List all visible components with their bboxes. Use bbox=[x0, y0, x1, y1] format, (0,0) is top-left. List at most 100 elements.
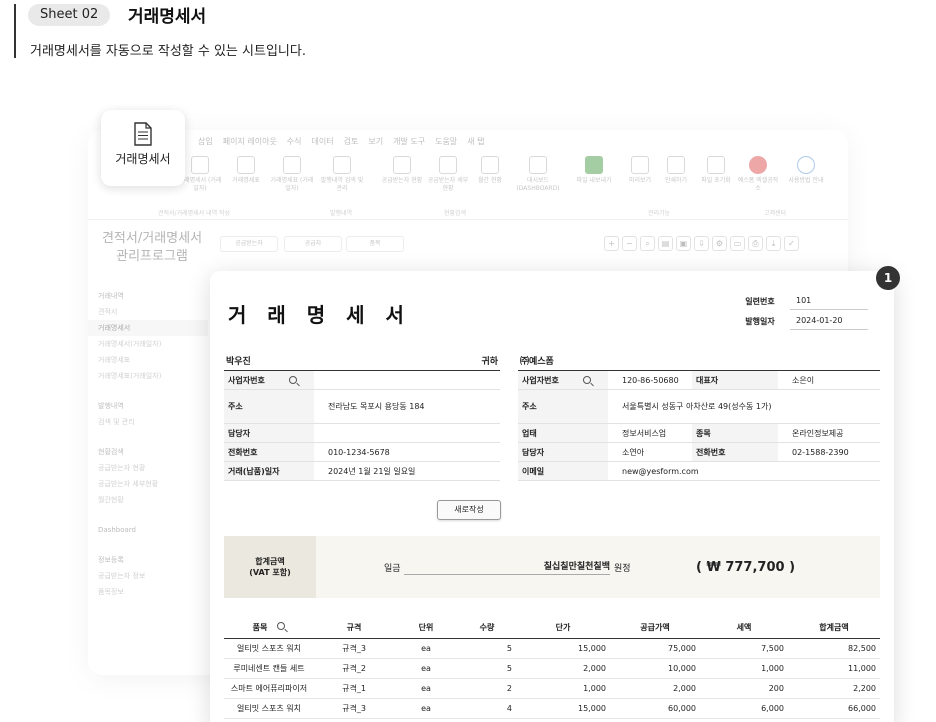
menu-item[interactable]: 검토 bbox=[344, 136, 359, 147]
delivery-date-value[interactable]: 2024년 1월 21일 일요일 bbox=[314, 466, 415, 477]
menu-item[interactable]: 새 탭 bbox=[467, 136, 484, 147]
sidebar-item[interactable]: 품목정보 bbox=[98, 584, 208, 600]
buyer-name[interactable]: 박우진 bbox=[226, 354, 251, 367]
amount-figure: ( ₩ 777,700 ) bbox=[696, 559, 796, 575]
cell-item[interactable]: 얼티밋 스포츠 워치 bbox=[224, 698, 314, 719]
table-row[interactable]: 스마트 에어퓨리파이저 규격_1 ea 2 1,000 2,000 200 2,… bbox=[224, 678, 880, 699]
seller-email-label: 이메일 bbox=[518, 462, 608, 480]
cell-unit[interactable]: ea bbox=[394, 638, 458, 659]
search-icon[interactable] bbox=[582, 376, 591, 384]
table-row[interactable]: 루미네센트 캔들 세트 규격_2 ea 5 2,000 10,000 1,000… bbox=[224, 658, 880, 679]
serial-label: 일련번호 bbox=[745, 296, 775, 306]
table-row[interactable]: 얼티밋 스포츠 워치 규격_3 ea 5 15,000 75,000 7,500… bbox=[224, 638, 880, 659]
cell-spec[interactable]: 규격_2 bbox=[314, 658, 394, 679]
step-number-badge: 1 bbox=[876, 266, 900, 290]
cell-unit[interactable]: ea bbox=[394, 658, 458, 679]
sidebar-item[interactable]: 거래명세표(거래일자) bbox=[98, 368, 208, 384]
seller-name: ㈜예스폼 bbox=[520, 357, 554, 367]
gear-icon[interactable]: ⚙ bbox=[712, 236, 727, 251]
cell-price[interactable]: 1,000 bbox=[516, 678, 610, 699]
sidebar-group-label[interactable]: Dashboard bbox=[98, 522, 208, 538]
ribbon-button[interactable]: 예스폼 엑셀공작소 bbox=[736, 156, 780, 193]
sidebar-item-selected[interactable]: 거래명세서 bbox=[88, 320, 208, 336]
sheet-badge: 거래명세서 bbox=[101, 110, 185, 186]
search-icon[interactable] bbox=[288, 376, 297, 384]
ribbon-button[interactable]: 대시보드 (DASHBOARD) bbox=[516, 156, 560, 193]
search-icon[interactable] bbox=[277, 622, 286, 631]
filter-item-button[interactable]: 품목 bbox=[346, 236, 404, 252]
ribbon-button[interactable]: 파일 내보내기 bbox=[572, 156, 616, 185]
check-icon[interactable]: ✓ bbox=[784, 236, 799, 251]
cell-item[interactable]: 루미네센트 캔들 세트 bbox=[224, 658, 314, 679]
save-icon[interactable]: ▣ bbox=[676, 236, 691, 251]
menu-item[interactable]: 페이지 레이아웃 bbox=[223, 136, 277, 147]
sidebar-item[interactable]: 견적서 bbox=[98, 304, 208, 320]
ribbon-button[interactable]: 인쇄하기 bbox=[654, 156, 698, 185]
cell-price[interactable]: 15,000 bbox=[516, 638, 610, 659]
new-invoice-button[interactable]: 새로작성 bbox=[437, 500, 501, 520]
table-row[interactable]: 얼티밋 스포츠 워치 규격_3 ea 4 15,000 60,000 6,000… bbox=[224, 698, 880, 719]
menu-item[interactable]: 삽입 bbox=[198, 136, 213, 147]
user-icon[interactable]: ⇩ bbox=[694, 236, 709, 251]
cell-unit[interactable]: ea bbox=[394, 678, 458, 699]
print-icon[interactable]: ⎙ bbox=[748, 236, 763, 251]
document-icon[interactable]: ▤ bbox=[658, 236, 673, 251]
menu-item[interactable]: 도움말 bbox=[435, 136, 457, 147]
ribbon-button[interactable]: 월간 현황 bbox=[468, 156, 512, 185]
sidebar-item[interactable]: 거래명세표 bbox=[98, 352, 208, 368]
cell-qty[interactable]: 5 bbox=[458, 638, 516, 659]
sidebar-item[interactable]: 공급받는자 정보 bbox=[98, 568, 208, 584]
cell-price[interactable]: 2,000 bbox=[516, 658, 610, 679]
ribbon-button[interactable]: 거래명세표 (거래일자) bbox=[270, 156, 314, 193]
yesform-icon bbox=[749, 156, 767, 174]
ribbon-button[interactable]: 거래명세표 bbox=[224, 156, 268, 185]
buyer-suffix: 귀하 bbox=[481, 357, 498, 367]
buyer-phone-value[interactable]: 010-1234-5678 bbox=[314, 448, 390, 457]
cell-unit[interactable]: ea bbox=[394, 698, 458, 719]
menu-item[interactable]: 보기 bbox=[368, 136, 383, 147]
buyer-address-value[interactable]: 전라남도 목포시 용당동 184 bbox=[314, 401, 425, 412]
sheet-description: 거래명세서를 자동으로 작성할 수 있는 시트입니다. bbox=[30, 44, 306, 59]
download-icon[interactable]: ⤓ bbox=[766, 236, 781, 251]
sidebar-item[interactable]: 공급받는자 현황 bbox=[98, 460, 208, 476]
sidebar-group-label: 현황검색 bbox=[98, 448, 124, 456]
buyer-block: 박우진 귀하 사업자번호 주소 전라남도 목포시 용당동 184 담당자 전화번… bbox=[224, 351, 500, 481]
search-icon[interactable]: ⌕ bbox=[640, 236, 655, 251]
cell-total: 2,200 bbox=[788, 678, 880, 699]
cell-spec[interactable]: 규격_3 bbox=[314, 638, 394, 659]
monitor-icon[interactable]: ▭ bbox=[730, 236, 745, 251]
filter-buyer-button[interactable]: 공급받는자 bbox=[220, 236, 278, 252]
seller-contact-label: 담당자 bbox=[518, 443, 608, 461]
sidebar-item[interactable]: 거래명세서(거래일자) bbox=[98, 336, 208, 352]
remove-icon[interactable]: − bbox=[622, 236, 637, 251]
cell-spec[interactable]: 규격_1 bbox=[314, 678, 394, 699]
ribbon-button[interactable]: 파일 초기화 bbox=[694, 156, 738, 185]
sidebar-item[interactable]: 공급받는자 세부현황 bbox=[98, 476, 208, 492]
sidebar-item[interactable]: 월간현황 bbox=[98, 492, 208, 508]
ribbon-button[interactable]: 공급받는자 현황 bbox=[380, 156, 424, 185]
serial-value[interactable]: 101 bbox=[790, 292, 868, 310]
ribbon-group-label: 견적서/거래명세서 내역 작성 bbox=[158, 210, 231, 217]
ribbon-button[interactable]: 공급받는자 세부현황 bbox=[426, 156, 470, 193]
ribbon-button[interactable]: 발행내역 검색 및 관리 bbox=[320, 156, 364, 193]
cell-qty[interactable]: 5 bbox=[458, 658, 516, 679]
filter-seller-button[interactable]: 공급자 bbox=[284, 236, 342, 252]
cell-total: 66,000 bbox=[788, 698, 880, 719]
ribbon-button[interactable]: 사용방법 안내 bbox=[784, 156, 828, 185]
cell-qty[interactable]: 2 bbox=[458, 678, 516, 699]
add-icon[interactable]: + bbox=[604, 236, 619, 251]
cell-qty[interactable]: 4 bbox=[458, 698, 516, 719]
sidebar-item[interactable]: 검색 및 관리 bbox=[98, 414, 208, 430]
delivery-date-label: 거래(납품)일자 bbox=[224, 462, 314, 480]
cell-item[interactable]: 얼티밋 스포츠 워치 bbox=[224, 638, 314, 659]
cell-price[interactable]: 15,000 bbox=[516, 698, 610, 719]
issue-date-value[interactable]: 2024-01-20 bbox=[790, 312, 868, 330]
menu-item[interactable]: 수식 bbox=[287, 136, 302, 147]
cell-item[interactable]: 스마트 에어퓨리파이저 bbox=[224, 678, 314, 699]
ribbon-group-label: 관리기능 bbox=[648, 210, 671, 217]
preview-icon bbox=[631, 156, 649, 174]
cell-spec[interactable]: 규격_3 bbox=[314, 698, 394, 719]
menu-item[interactable]: 데이터 bbox=[312, 136, 334, 147]
invoice-card: 거 래 명 세 서 일련번호 101 발행일자 2024-01-20 박우진 귀… bbox=[210, 271, 894, 722]
menu-item[interactable]: 개발 도구 bbox=[393, 136, 425, 147]
